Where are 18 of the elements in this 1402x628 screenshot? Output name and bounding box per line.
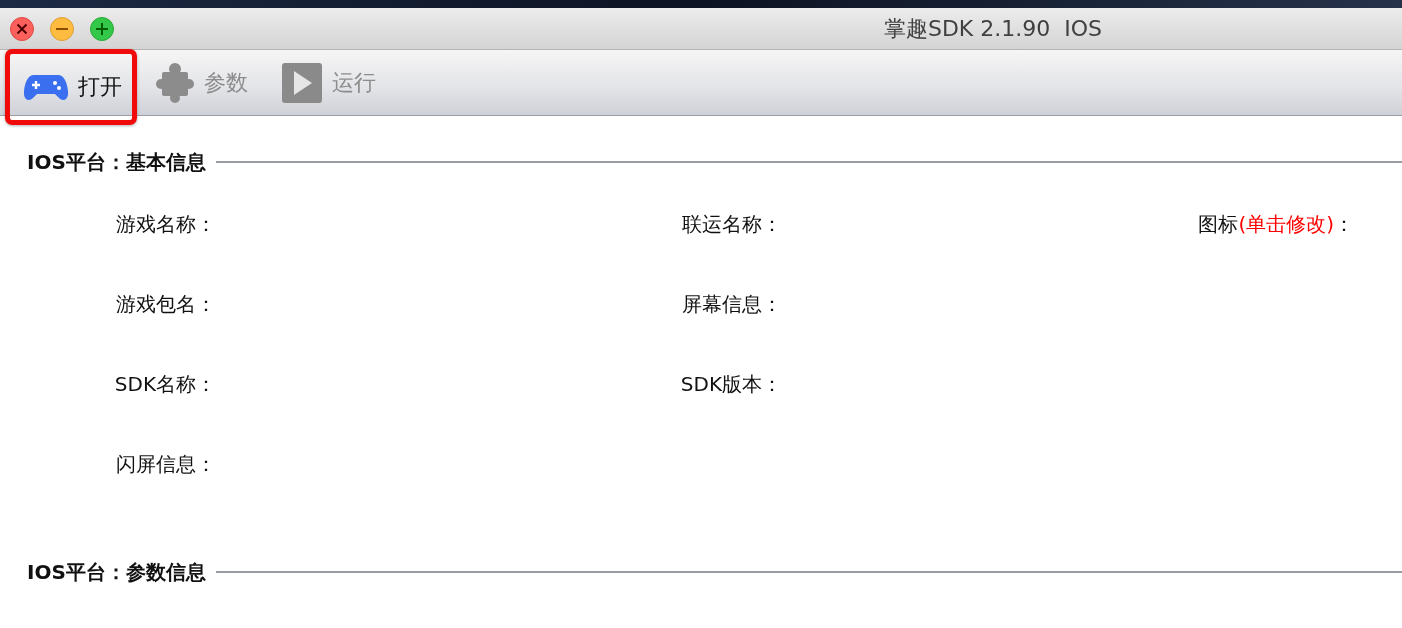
section-heading: IOS平台：参数信息	[27, 558, 206, 586]
field-label: SDK名称：	[114, 371, 216, 396]
field-label: 游戏名称：	[116, 211, 216, 236]
section-heading: IOS平台：基本信息	[27, 148, 206, 176]
close-icon[interactable]	[10, 16, 34, 41]
toolbar-button[interactable]: 打开	[5, 48, 137, 125]
zoom-icon[interactable]	[90, 16, 114, 41]
window-title: 掌趣SDK 2.1.90 IOS	[883, 14, 1103, 43]
field-label: SDK版本：	[680, 371, 782, 396]
minimize-icon[interactable]	[50, 16, 74, 41]
gamepad-icon	[24, 72, 68, 101]
field-label: 闪屏信息：	[116, 451, 216, 476]
play-icon	[282, 62, 322, 103]
field-label[interactable]: 图标(单击修改)：	[1198, 211, 1354, 236]
puzzle-icon	[156, 62, 194, 103]
field-label: 联运名称：	[682, 211, 782, 236]
field-label: 屏幕信息：	[682, 291, 782, 316]
field-label: 游戏包名：	[116, 291, 216, 316]
